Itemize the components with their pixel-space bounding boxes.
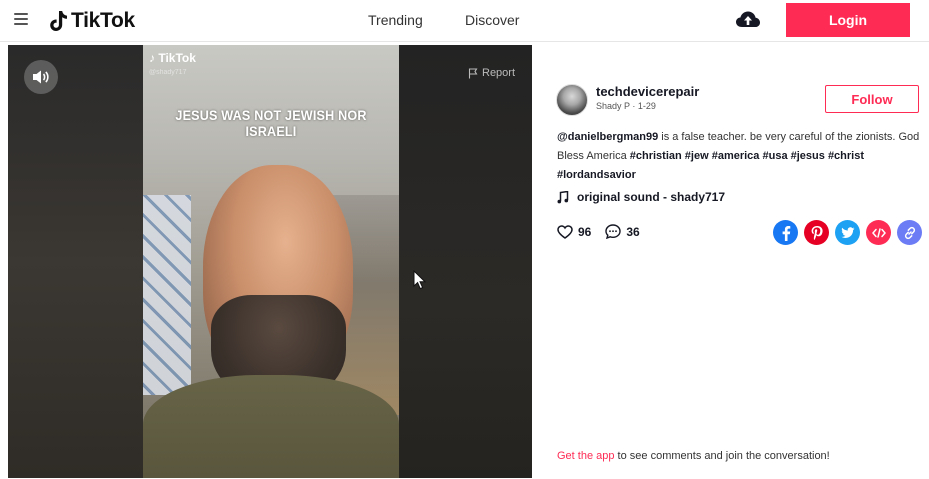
watermark-username: @shady717 — [149, 69, 187, 76]
video-detail-panel: techdevicerepair Shady P · 1-29 Follow @… — [533, 45, 929, 478]
tiktok-note-icon — [50, 11, 67, 31]
author-nickname-date: Shady P · 1-29 — [596, 101, 656, 111]
mention-link[interactable]: @danielbergman99 — [557, 131, 658, 143]
share-icons-row — [773, 220, 922, 245]
pinterest-icon[interactable] — [804, 220, 829, 245]
login-button[interactable]: Login — [786, 3, 910, 37]
embed-icon[interactable] — [866, 220, 891, 245]
video-frame[interactable]: ♪ TikTok @shady717 JESUS WAS NOT JEWISH … — [143, 45, 399, 478]
music-link[interactable]: original sound - shady717 — [557, 190, 725, 204]
hashtag-link[interactable]: #christ — [828, 150, 864, 162]
get-app-link[interactable]: Get the app — [557, 450, 615, 462]
video-player[interactable]: ♪ TikTok @shady717 JESUS WAS NOT JEWISH … — [8, 45, 532, 478]
twitter-icon[interactable] — [835, 220, 860, 245]
hashtag-link[interactable]: #usa — [762, 150, 787, 162]
follow-button[interactable]: Follow — [825, 85, 919, 113]
music-title: original sound - shady717 — [577, 190, 726, 204]
comment-icon — [605, 224, 622, 239]
video-blur-backdrop-left — [8, 45, 143, 478]
upload-cloud-icon[interactable] — [735, 9, 761, 31]
video-description: @danielbergman99 is a false teacher. be … — [557, 128, 925, 185]
facebook-icon[interactable] — [773, 220, 798, 245]
hashtag-link[interactable]: #jesus — [791, 150, 825, 162]
like-button[interactable]: 96 — [557, 225, 591, 239]
report-button[interactable]: Report — [468, 67, 515, 79]
background-curtain — [143, 195, 191, 395]
volume-icon — [33, 70, 49, 84]
music-note-icon — [557, 190, 569, 203]
report-label: Report — [482, 67, 516, 79]
tiktok-logo[interactable]: TikTok — [48, 8, 135, 34]
avatar[interactable] — [556, 84, 588, 116]
top-navigation-bar: TikTok Trending Discover Login — [0, 0, 929, 42]
hashtag-link[interactable]: #america — [712, 150, 760, 162]
mouse-cursor-icon — [413, 270, 427, 290]
comment-count: 36 — [626, 224, 640, 239]
author-username[interactable]: techdevicerepair — [596, 84, 699, 99]
video-blur-backdrop-right — [399, 45, 532, 478]
engagement-stats: 96 36 — [557, 224, 654, 239]
heart-icon — [557, 224, 573, 239]
hamburger-menu-icon[interactable] — [14, 13, 28, 25]
flag-icon — [468, 67, 478, 78]
like-count: 96 — [578, 224, 592, 239]
get-app-text: to see comments and join the conversatio… — [614, 450, 830, 462]
link-icon[interactable] — [897, 220, 922, 245]
nav-trending[interactable]: Trending — [368, 12, 423, 28]
person-shirt — [143, 375, 399, 478]
comment-button[interactable]: 36 — [605, 224, 640, 239]
logo-text: TikTok — [71, 9, 135, 32]
get-app-prompt: Get the app to see comments and join the… — [557, 450, 830, 462]
hashtag-link[interactable]: #jew — [685, 150, 709, 162]
hashtag-link[interactable]: #lordandsavior — [557, 169, 636, 181]
sound-toggle-button[interactable] — [24, 60, 58, 94]
nav-discover[interactable]: Discover — [465, 12, 519, 28]
hashtag-link[interactable]: #christian — [630, 150, 682, 162]
watermark-logo: ♪ TikTok — [149, 51, 196, 65]
video-caption-overlay: JESUS WAS NOT JEWISH NOR ISRAELI — [175, 107, 367, 139]
